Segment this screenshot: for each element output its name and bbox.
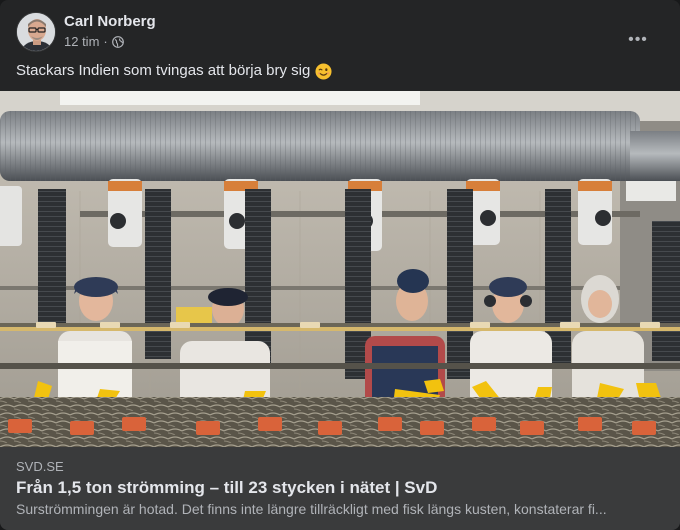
- post-meta: 12 tim ·: [64, 34, 124, 49]
- meta-separator: ·: [103, 34, 108, 49]
- more-options-icon: •••: [628, 31, 648, 48]
- post-card: Carl Norberg 12 tim · ••• Stackars Indie…: [0, 0, 680, 530]
- globe-icon[interactable]: [111, 35, 124, 48]
- more-options-button[interactable]: •••: [620, 22, 656, 58]
- link-description: Surströmmingen är hotad. Det finns inte …: [16, 501, 607, 517]
- post-text: Stackars Indien som tvingas att börja br…: [16, 62, 311, 79]
- post-header: Carl Norberg 12 tim · •••: [16, 12, 668, 54]
- post-timestamp[interactable]: 12 tim: [64, 34, 99, 49]
- winking-face-emoji: [315, 62, 332, 80]
- avatar-image: [17, 13, 55, 51]
- article-photo[interactable]: [0, 91, 680, 447]
- author-avatar[interactable]: [16, 12, 56, 52]
- link-domain: SVD.SE: [16, 459, 64, 474]
- link-preview[interactable]: SVD.SE Från 1,5 ton strömming – till 23 …: [0, 447, 680, 530]
- author-name[interactable]: Carl Norberg: [64, 13, 156, 30]
- post-body: Stackars Indien som tvingas att börja br…: [16, 61, 332, 81]
- link-title[interactable]: Från 1,5 ton strömming – till 23 stycken…: [16, 477, 664, 499]
